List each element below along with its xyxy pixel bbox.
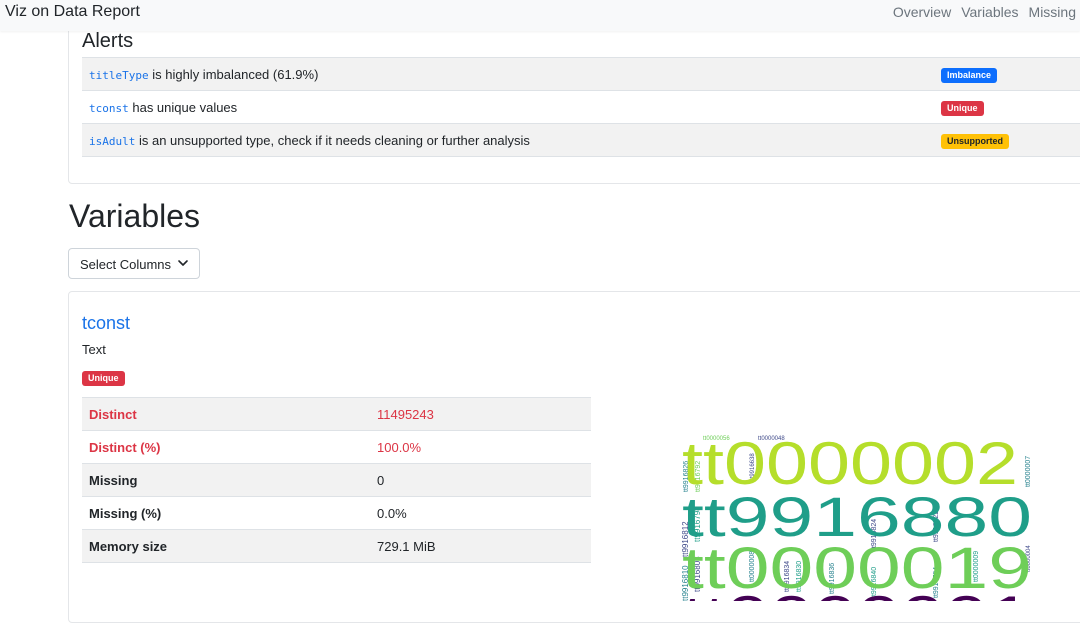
chevron-down-icon bbox=[178, 260, 188, 266]
alert-text: has unique values bbox=[128, 99, 238, 115]
nav-link-missing[interactable]: Missing bbox=[1029, 4, 1076, 20]
unique-badge: Unique bbox=[941, 100, 984, 116]
alert-variable-link[interactable]: titleType bbox=[89, 69, 149, 82]
stat-value: 0 bbox=[377, 472, 385, 488]
wordcloud-image: tt9916812 tt9916810 tt9916798 tt9916808 … bbox=[681, 432, 1032, 601]
variable-name-link[interactable]: tconst bbox=[82, 313, 130, 334]
alerts-table: titleType is highly imbalanced (61.9%) I… bbox=[82, 57, 1080, 157]
nav-link-overview[interactable]: Overview bbox=[893, 4, 951, 20]
variables-heading: Variables bbox=[69, 198, 201, 234]
alert-row-imbalance: titleType is highly imbalanced (61.9%) I… bbox=[82, 57, 1080, 91]
alert-text: is an unsupported type, check if it need… bbox=[135, 132, 530, 148]
stat-label: Memory size bbox=[89, 538, 168, 554]
wordcloud-word: tt0000001 bbox=[682, 584, 1032, 601]
select-columns-dropdown[interactable]: Select Columns bbox=[68, 248, 200, 279]
stat-label: Missing bbox=[89, 472, 138, 488]
stat-value: 100.0% bbox=[377, 439, 422, 455]
alert-message: tconst has unique values bbox=[82, 91, 941, 124]
wordcloud-small-word: tt0000007 bbox=[1025, 456, 1032, 487]
stat-value: 729.1 MiB bbox=[377, 538, 436, 554]
stat-label: Distinct bbox=[89, 406, 137, 422]
alert-message: isAdult is an unsupported type, check if… bbox=[82, 124, 941, 157]
select-columns-label: Select Columns bbox=[80, 257, 172, 272]
alert-text: is highly imbalanced (61.9%) bbox=[148, 66, 319, 82]
variable-stats-table: Distinct 11495243 Distinct (%) 100.0% Mi… bbox=[82, 397, 591, 563]
alert-row-unique: tconst has unique values Unique bbox=[82, 90, 1080, 124]
stat-value: 11495243 bbox=[377, 406, 434, 422]
stat-label: Missing (%) bbox=[89, 505, 162, 521]
imbalance-badge: Imbalance bbox=[941, 67, 998, 83]
stat-value: 0.0% bbox=[377, 505, 407, 521]
alert-variable-link[interactable]: isAdult bbox=[89, 135, 135, 148]
alert-variable-link[interactable]: tconst bbox=[89, 102, 129, 115]
stat-row-distinct: Distinct 11495243 bbox=[82, 397, 591, 431]
unique-badge: Unique bbox=[82, 371, 125, 386]
nav-links: Overview Variables Missing bbox=[893, 4, 1076, 20]
stat-row-distinct-pct: Distinct (%) 100.0% bbox=[82, 430, 591, 464]
unsupported-badge: Unsupported bbox=[941, 133, 1009, 149]
nav-link-variables[interactable]: Variables bbox=[961, 4, 1018, 20]
alert-row-unsupported: isAdult is an unsupported type, check if… bbox=[82, 123, 1080, 157]
stat-row-memory: Memory size 729.1 MiB bbox=[82, 529, 591, 563]
alert-message: titleType is highly imbalanced (61.9%) bbox=[82, 58, 941, 91]
brand-title[interactable]: Viz on Data Report bbox=[5, 3, 140, 21]
top-navbar: Viz on Data Report Overview Variables Mi… bbox=[0, 0, 1080, 31]
stat-row-missing-pct: Missing (%) 0.0% bbox=[82, 496, 591, 530]
stat-row-missing: Missing 0 bbox=[82, 463, 591, 497]
stat-label: Distinct (%) bbox=[89, 439, 161, 455]
variable-badge-wrap: Unique bbox=[82, 368, 125, 386]
alerts-heading: Alerts bbox=[82, 30, 134, 52]
variable-type: Text bbox=[82, 342, 106, 357]
